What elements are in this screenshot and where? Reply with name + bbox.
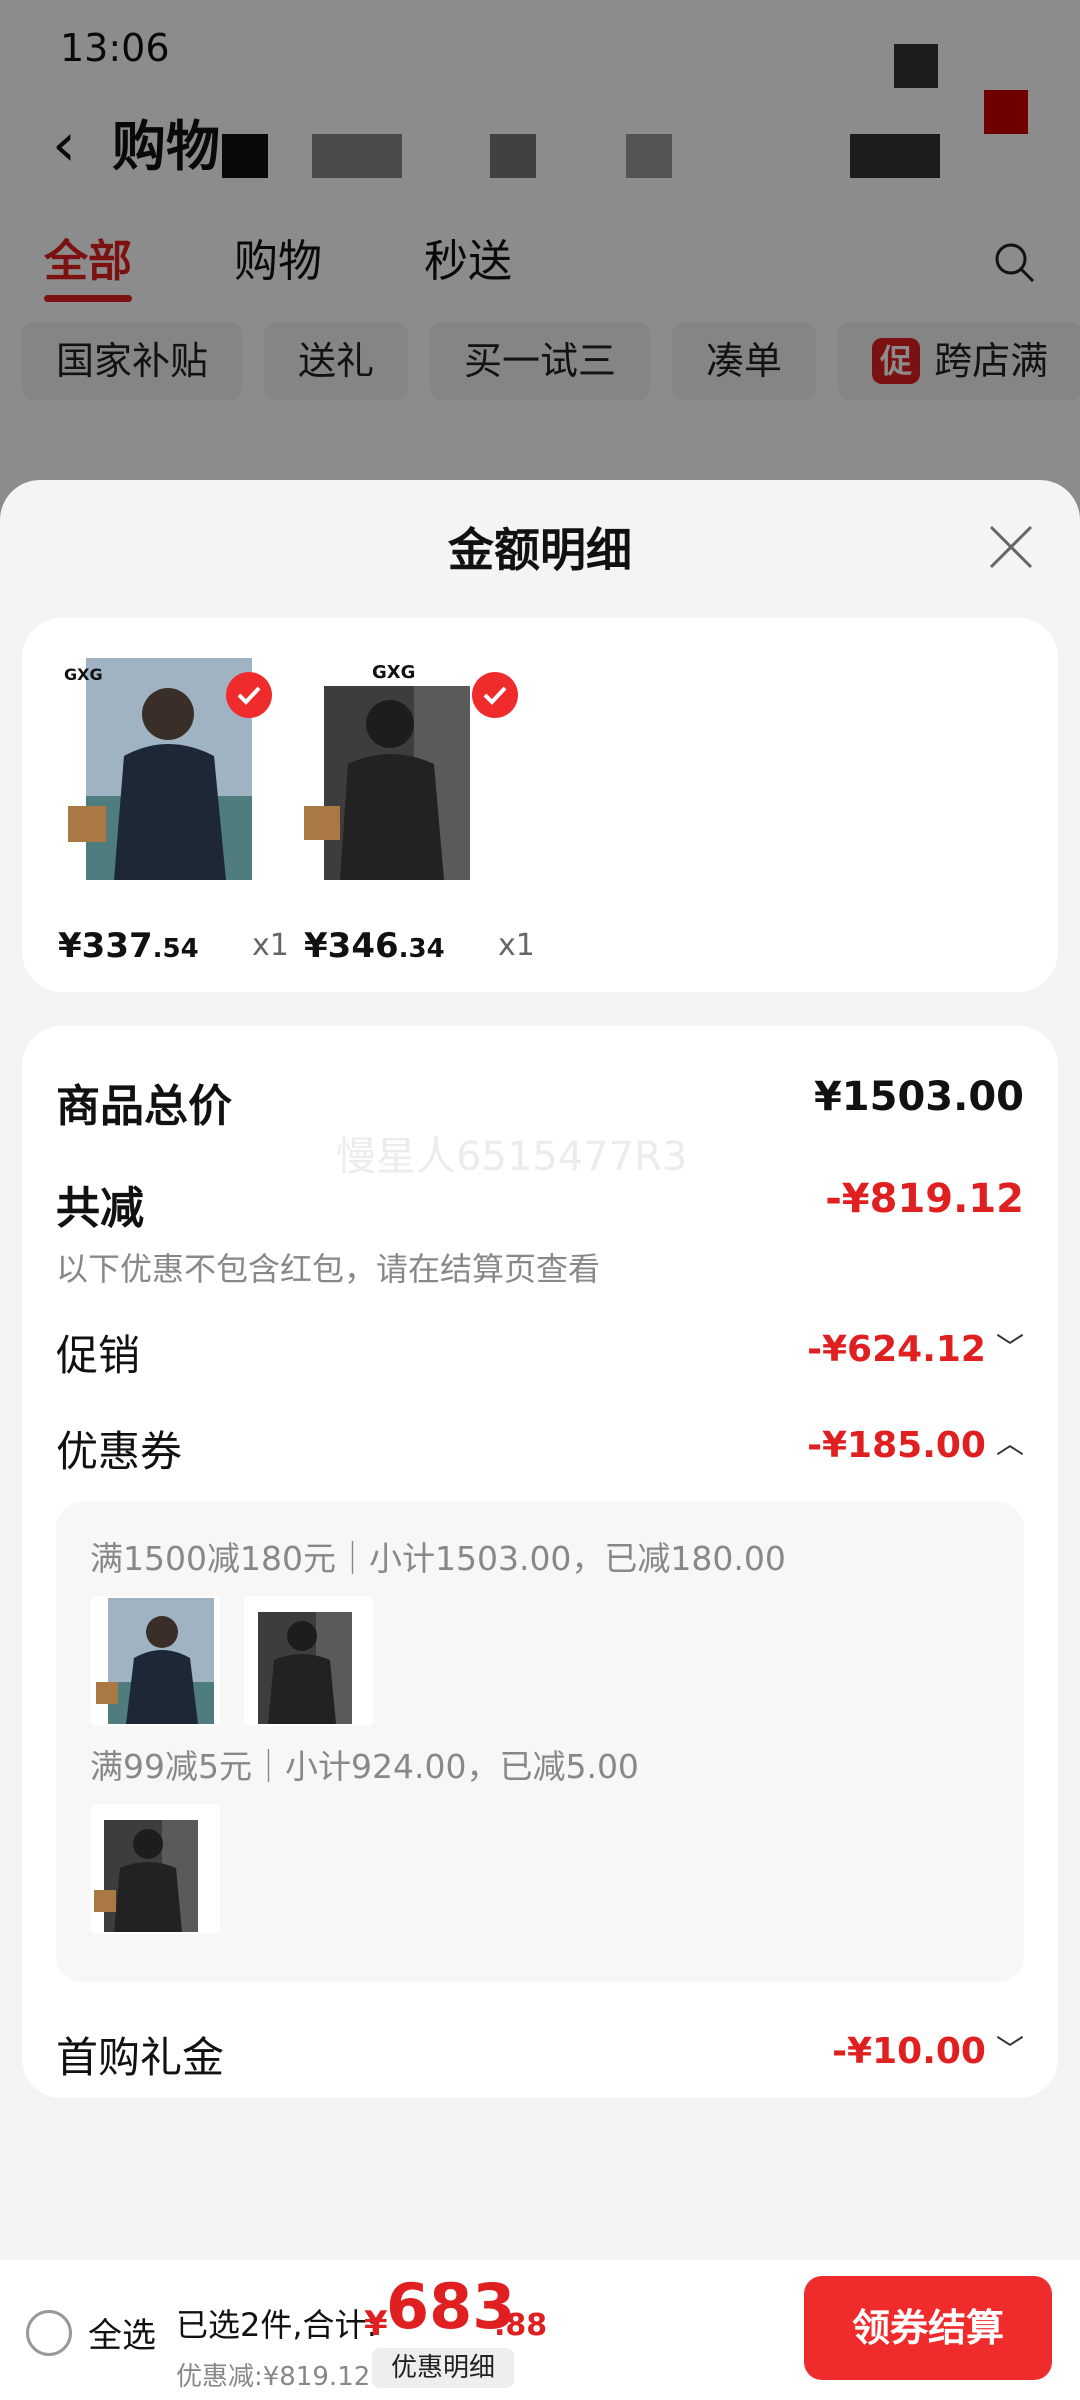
total-amount-decimal: .88 (494, 2308, 548, 2343)
close-icon[interactable] (986, 522, 1036, 572)
checkout-bar: 全选 已选2件,合计: ¥ 683 .88 优惠减:¥819.12 优惠明细 领… (0, 2260, 1080, 2400)
watermark: 慢星人6515477R3 (336, 1134, 688, 1180)
coupon-line: 满1500减180元｜小计1503.00，已减180.00 (90, 1539, 786, 1578)
gift-label: 首购礼金 (56, 2033, 225, 2082)
coupon-product-thumb (90, 1596, 220, 1726)
product-qty: x1 (252, 928, 289, 963)
coupon-label: 优惠券 (56, 1427, 183, 1476)
coupon-value: -¥185.00 (807, 1425, 986, 1466)
selected-check-icon[interactable] (472, 672, 518, 718)
gift-row[interactable]: -¥10.00 ﹀ (832, 2028, 1024, 2072)
chevron-up-icon: ︿ (995, 1427, 1024, 1460)
promo-label: 促销 (56, 1331, 141, 1380)
select-all-label[interactable]: 全选 (88, 2308, 156, 2357)
reduced-note: 以下优惠不包含红包，请在结算页查看 (56, 1250, 601, 1288)
product-image: GXG (304, 656, 518, 886)
coupon-detail-box: 满1500减180元｜小计1503.00，已减180.00 满99减5元｜小计9… (56, 1502, 1024, 1982)
discount-amount: 优惠减:¥819.12 (176, 2362, 371, 2392)
brand-logo: GXG (372, 662, 415, 683)
chevron-down-icon: ﹀ (995, 1331, 1024, 1364)
coupon-row[interactable]: -¥185.00 ︿ (807, 1422, 1024, 1466)
coupon-product-thumb (90, 1804, 220, 1934)
discount-detail-button[interactable]: 优惠明细 (372, 2348, 514, 2388)
sheet-title: 金额明细 (448, 523, 632, 577)
gift-value: -¥10.00 (832, 2031, 986, 2072)
product-item[interactable]: GXG ¥337.54 x1 (58, 656, 289, 966)
chevron-down-icon: ﹀ (995, 2033, 1024, 2066)
product-price: ¥346.34 (304, 926, 445, 966)
promo-row[interactable]: -¥624.12 ﹀ (807, 1326, 1024, 1370)
checkout-button[interactable]: 领券结算 (804, 2276, 1052, 2380)
product-price: ¥337.54 (58, 926, 199, 966)
selected-check-icon[interactable] (226, 672, 272, 718)
promo-value: -¥624.12 (807, 1329, 986, 1370)
summary-card: 商品总价 ¥1503.00 共减 -¥819.12 以下优惠不包含红包，请在结算… (22, 1026, 1058, 2098)
products-card: GXG ¥337.54 x1 GXG ¥346.34 x1 (22, 618, 1058, 992)
coupon-line: 满99减5元｜小计924.00，已减5.00 (90, 1747, 639, 1786)
total-reduced-label: 共减 (56, 1183, 144, 1234)
selected-count: 已选2件,合计: (176, 2306, 378, 2344)
brand-logo: GXG (64, 665, 103, 684)
total-reduced-value: -¥819.12 (825, 1176, 1024, 1222)
product-item[interactable]: GXG ¥346.34 x1 (304, 656, 535, 966)
total-currency: ¥ (364, 2304, 388, 2344)
product-qty: x1 (498, 928, 535, 963)
goods-total-value: ¥1503.00 (813, 1074, 1024, 1120)
amount-detail-sheet: 金额明细 GXG ¥337.54 x1 GXG ¥346.34 x1 商品总价 … (0, 480, 1080, 2400)
select-all-radio[interactable] (26, 2310, 72, 2356)
coupon-product-thumb (244, 1596, 374, 1726)
goods-total-label: 商品总价 (56, 1081, 232, 1132)
product-image: GXG (58, 656, 272, 886)
